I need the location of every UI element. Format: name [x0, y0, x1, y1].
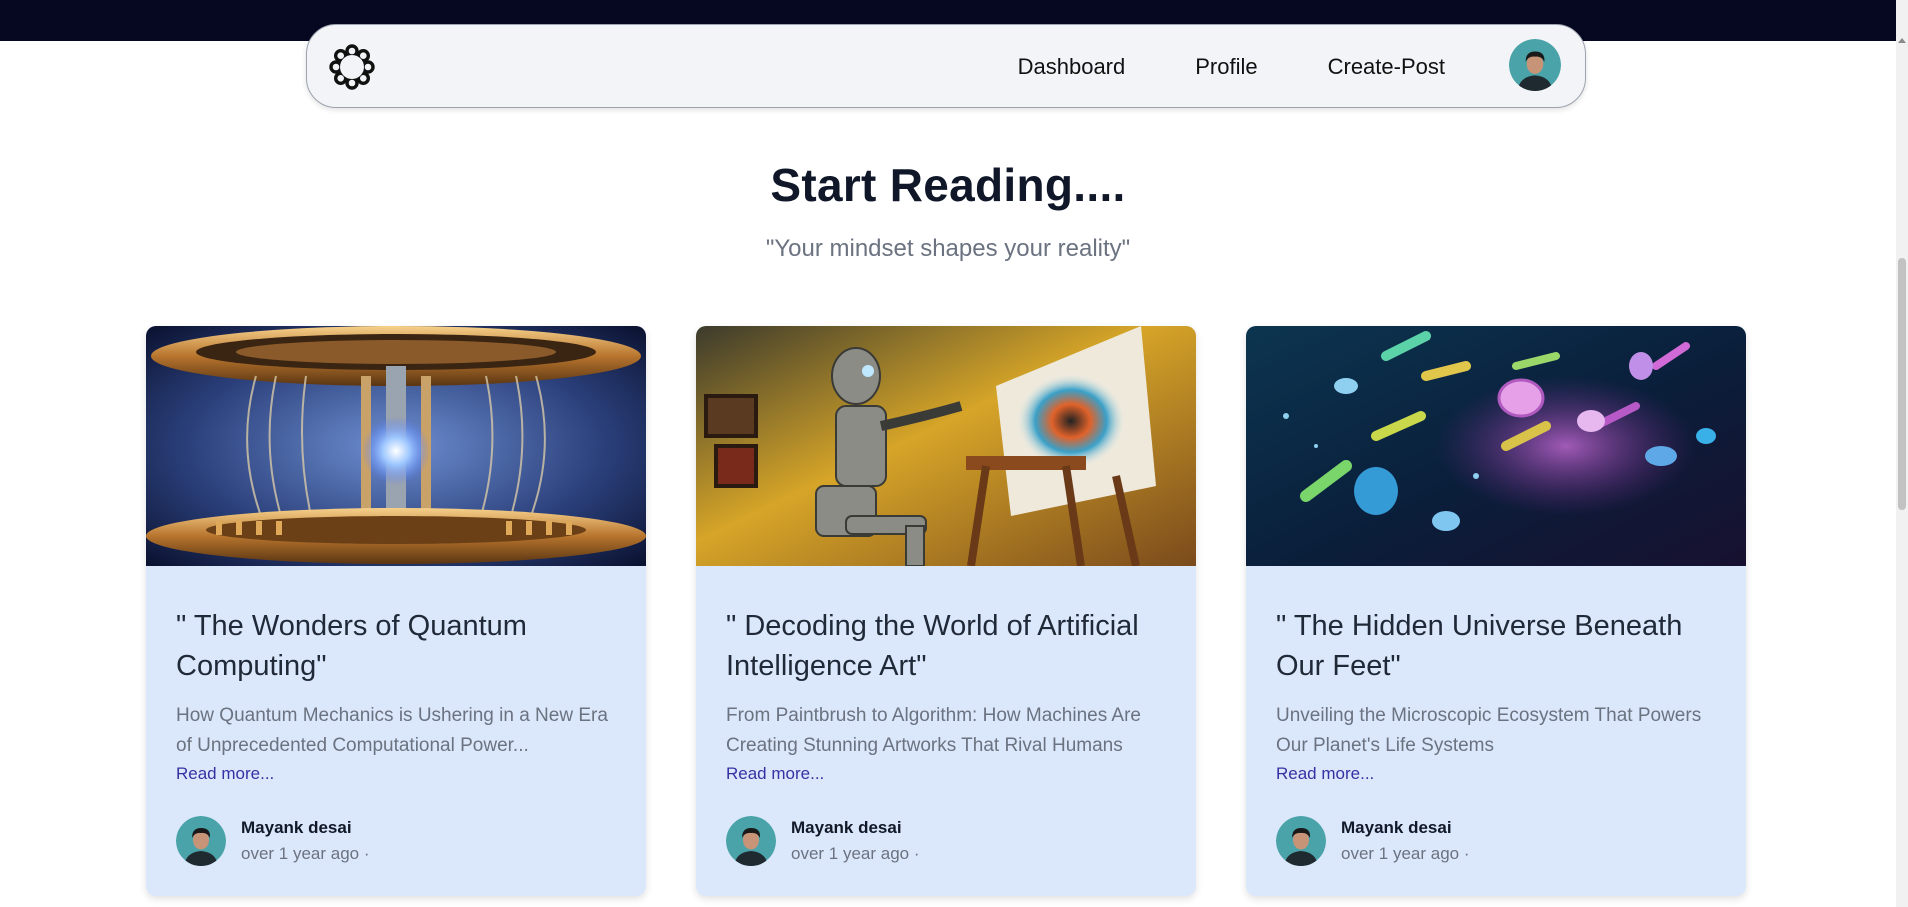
- read-more-link[interactable]: Read more...: [1276, 764, 1374, 784]
- page-title: Start Reading....: [770, 159, 1126, 211]
- post-title[interactable]: " The Hidden Universe Beneath Our Feet": [1276, 606, 1716, 686]
- post-title[interactable]: " Decoding the World of Artificial Intel…: [726, 606, 1166, 686]
- navbar: Dashboard Profile Create-Post: [306, 24, 1586, 108]
- author-name[interactable]: Mayank desai: [791, 818, 902, 838]
- scroll-up-arrow-icon[interactable]: [1898, 38, 1906, 43]
- author-avatar[interactable]: [1276, 816, 1326, 866]
- read-more-link[interactable]: Read more...: [176, 764, 274, 784]
- author-avatar[interactable]: [726, 816, 776, 866]
- author-name[interactable]: Mayank desai: [241, 818, 352, 838]
- author-avatar[interactable]: [176, 816, 226, 866]
- quantum-computer-image[interactable]: [146, 326, 646, 566]
- page-subtitle: "Your mindset shapes your reality": [765, 235, 1131, 262]
- microbes-image[interactable]: [1246, 326, 1746, 566]
- post-description: Unveiling the Microscopic Ecosystem That…: [1276, 705, 1702, 756]
- nav-link-create-post[interactable]: Create-Post: [1328, 54, 1445, 80]
- robot-painting-image[interactable]: [696, 326, 1196, 566]
- scrollbar-thumb[interactable]: [1898, 258, 1906, 510]
- post-description: From Paintbrush to Algorithm: How Machin…: [726, 705, 1142, 756]
- nav-link-dashboard[interactable]: Dashboard: [1018, 54, 1126, 80]
- nav-link-profile[interactable]: Profile: [1195, 54, 1257, 80]
- post-time: over 1 year ago ·: [1341, 844, 1470, 863]
- post-time: over 1 year ago ·: [241, 844, 370, 863]
- post-description: How Quantum Mechanics is Ushering in a N…: [176, 705, 608, 756]
- flower-ring-logo-icon[interactable]: [327, 42, 377, 92]
- author-name[interactable]: Mayank desai: [1341, 818, 1452, 838]
- post-card-quantum[interactable]: " The Wonders of Quantum Computing" How …: [146, 326, 646, 896]
- read-more-link[interactable]: Read more...: [726, 764, 824, 784]
- post-time: over 1 year ago ·: [791, 844, 920, 863]
- nav-links: Dashboard Profile Create-Post: [1018, 25, 1445, 109]
- page-scrollbar[interactable]: [1896, 0, 1908, 907]
- user-avatar[interactable]: [1509, 39, 1561, 91]
- post-card-microbes[interactable]: " The Hidden Universe Beneath Our Feet" …: [1246, 326, 1746, 896]
- post-card-ai-art[interactable]: " Decoding the World of Artificial Intel…: [696, 326, 1196, 896]
- post-title[interactable]: " The Wonders of Quantum Computing": [176, 606, 616, 686]
